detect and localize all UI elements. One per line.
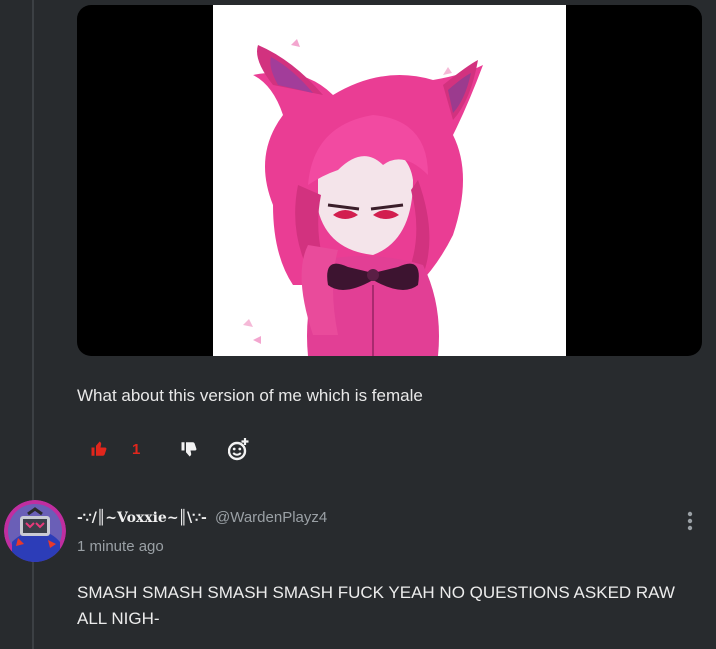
add-reaction-icon — [228, 438, 249, 461]
user-handle[interactable]: @WardenPlayz4 — [215, 509, 327, 526]
media-image — [213, 5, 566, 356]
reply-text: SMASH SMASH SMASH SMASH FUCK YEAH NO QUE… — [77, 583, 675, 628]
comment-media[interactable] — [77, 5, 702, 356]
reply-header: -∵/║~Voxxie~║\∵- @WardenPlayz4 — [77, 509, 327, 526]
character-illustration — [243, 39, 483, 356]
username[interactable]: -∵/║~Voxxie~║\∵- — [77, 510, 207, 526]
thumbs-up-icon — [91, 441, 107, 456]
dislike-button[interactable] — [180, 440, 198, 458]
more-options-button[interactable] — [680, 510, 700, 532]
like-count: 1 — [132, 441, 141, 458]
thumbs-down-icon — [181, 442, 197, 457]
like-button[interactable] — [90, 440, 108, 458]
timestamp: 1 minute ago — [77, 538, 164, 555]
avatar[interactable] — [4, 500, 66, 562]
add-reaction-button[interactable] — [228, 437, 250, 461]
more-vertical-icon — [687, 511, 693, 531]
avatar-image — [4, 500, 66, 562]
comment-text: What about this version of me which is f… — [77, 386, 423, 405]
